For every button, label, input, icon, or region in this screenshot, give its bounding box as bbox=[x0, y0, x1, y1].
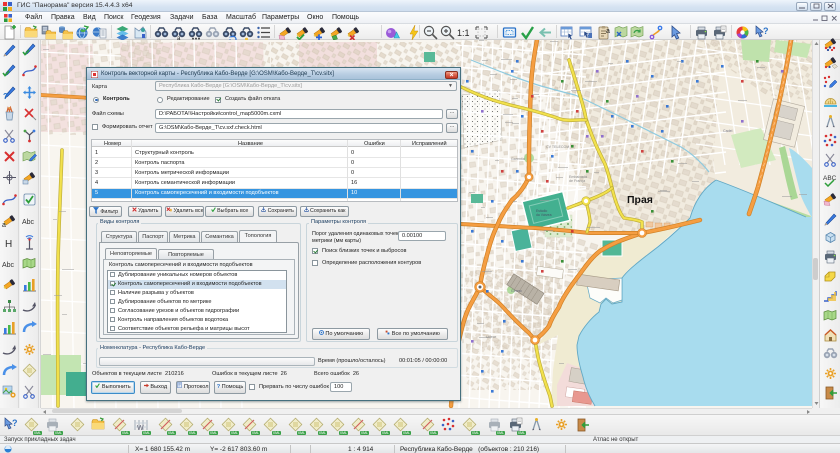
svg-text:Cadel: Cadel bbox=[723, 129, 733, 133]
svg-text:de França: de França bbox=[569, 179, 585, 183]
svg-text:a: a bbox=[606, 28, 610, 35]
svg-text:da Várzea: da Várzea bbox=[536, 213, 552, 217]
svg-text:?: ? bbox=[12, 418, 18, 428]
svg-text:Garentia: Garentia bbox=[511, 157, 525, 161]
svg-text:1:1: 1:1 bbox=[457, 28, 470, 38]
svg-text:CV TELECOM: CV TELECOM bbox=[546, 145, 569, 149]
svg-text:Abc: Abc bbox=[2, 262, 15, 269]
svg-text:a: a bbox=[2, 222, 6, 228]
svg-text:Abc: Abc bbox=[22, 219, 35, 226]
svg-text:?: ? bbox=[763, 26, 769, 36]
svg-text:Прая: Прая bbox=[627, 194, 653, 206]
svg-text:ABC: ABC bbox=[823, 175, 837, 182]
svg-text:Unece: Unece bbox=[486, 335, 496, 339]
svg-text:Gimno: Gimno bbox=[511, 289, 522, 293]
svg-text:?: ? bbox=[3, 92, 8, 100]
svg-text:H: H bbox=[5, 239, 12, 250]
